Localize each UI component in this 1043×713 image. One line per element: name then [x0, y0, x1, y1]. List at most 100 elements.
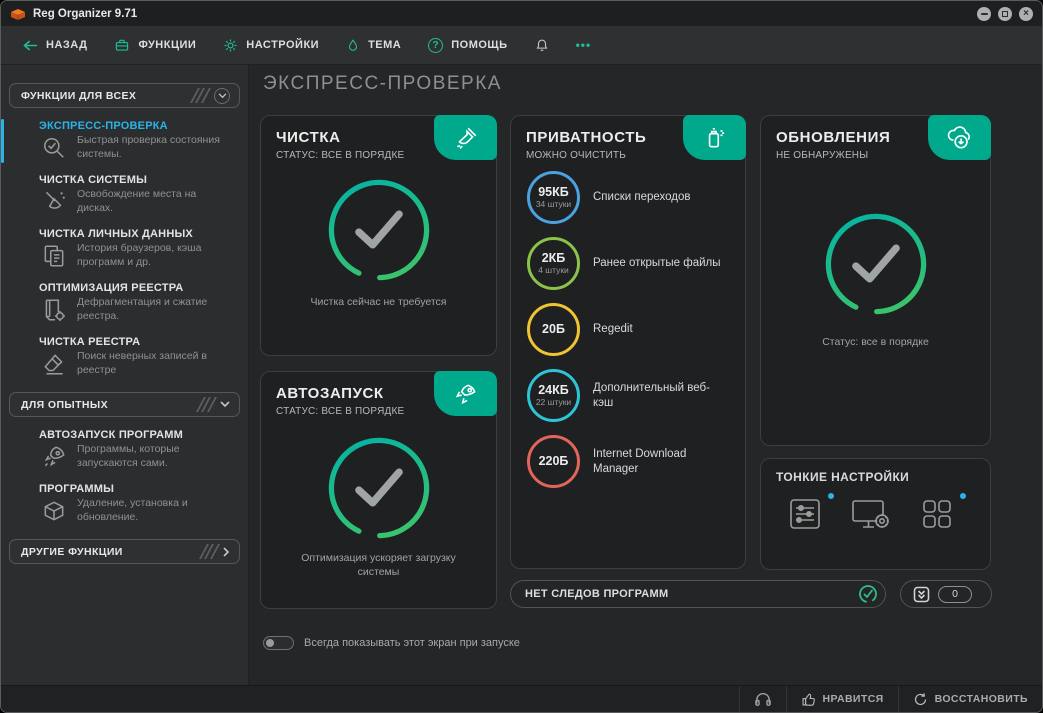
like-label: НРАВИТСЯ — [822, 693, 884, 705]
size-badge: 95КБ 34 штуки — [527, 171, 580, 224]
chevron-down-icon — [214, 87, 230, 104]
maximize-button[interactable] — [998, 6, 1012, 21]
help-icon: ? — [428, 37, 444, 53]
sidebar-group-other-functions[interactable]: ДРУГИЕ ФУНКЦИИ — [9, 539, 240, 564]
size-badge: 2КБ 4 штуки — [527, 237, 580, 290]
sidebar-item-registry-cleanup[interactable]: ЧИСТКА РЕЕСТРА Поиск неверных записей в … — [9, 330, 240, 384]
restore-label: ВОССТАНОВИТЬ — [934, 693, 1028, 705]
program-traces-bar[interactable]: НЕТ СЛЕДОВ ПРОГРАММ — [510, 580, 886, 608]
title-bar: Reg Organizer 9.71 × — [1, 1, 1042, 26]
main-area: ЭКСПРЕСС-ПРОВЕРКА ЧИСТКА СТАТУС: ВСЕ В П… — [249, 65, 1042, 685]
sidebar-group-advanced[interactable]: ДЛЯ ОПЫТНЫХ — [9, 392, 240, 417]
privacy-item-idm[interactable]: 220Б Internet Download Manager — [527, 435, 745, 488]
stripes-decoration — [198, 544, 219, 559]
tweaks-apps-grid-icon[interactable] — [917, 493, 966, 534]
privacy-card[interactable]: ПРИВАТНОСТЬ МОЖНО ОЧИСТИТЬ 95КБ 34 штуки… — [510, 115, 746, 569]
stripes-decoration — [189, 88, 210, 103]
broom-disk-icon — [39, 188, 69, 216]
card-note: Статус: все в порядке — [822, 336, 929, 348]
back-button[interactable]: НАЗАД — [22, 39, 87, 52]
restore-circular-arrow-icon — [913, 692, 928, 707]
traces-label: НЕТ СЛЕДОВ ПРОГРАММ — [525, 588, 669, 600]
sidebar-item-personal-data-cleanup[interactable]: ЧИСТКА ЛИЧНЫХ ДАННЫХ История браузеров, … — [9, 222, 240, 276]
status-ring-ok — [761, 209, 990, 319]
magnifier-check-icon — [39, 134, 69, 162]
rocket-icon — [39, 443, 69, 471]
help-button[interactable]: ? ПОМОЩЬ — [428, 37, 508, 53]
back-label: НАЗАД — [46, 39, 88, 51]
briefcase-icon — [114, 38, 130, 53]
gear-icon — [223, 38, 238, 53]
sidebar-item-autorun-programs[interactable]: АВТОЗАПУСК ПРОГРАММ Программы, которые з… — [9, 423, 240, 477]
privacy-item-jump-lists[interactable]: 95КБ 34 штуки Списки переходов — [527, 171, 745, 224]
fine-tweaks-card[interactable]: ТОНКИЕ НАСТРОЙКИ — [760, 458, 991, 570]
updates-cloud-download-icon — [928, 115, 991, 160]
chevron-down-icon — [220, 401, 230, 408]
privacy-item-recent-files[interactable]: 2КБ 4 штуки Ранее открытые файлы — [527, 237, 745, 290]
deep-scan-counter-box[interactable]: 0 — [900, 580, 992, 608]
group-label: ФУНКЦИИ ДЛЯ ВСЕХ — [21, 89, 137, 102]
registry-gear-icon — [39, 296, 69, 324]
sidebar-item-system-cleanup[interactable]: ЧИСТКА СИСТЕМЫ Освобождение места на дис… — [9, 168, 240, 222]
functions-label: ФУНКЦИИ — [138, 39, 197, 51]
like-button[interactable]: НРАВИТСЯ — [787, 686, 898, 713]
selection-indicator — [1, 119, 4, 163]
group-label: ДРУГИЕ ФУНКЦИИ — [21, 545, 123, 558]
autorun-card[interactable]: АВТОЗАПУСК СТАТУС: ВСЕ В ПОРЯДКЕ Оптимиз… — [260, 371, 497, 609]
size-badge: 220Б — [527, 435, 580, 488]
headphones-icon — [754, 691, 772, 707]
bell-icon[interactable] — [535, 37, 549, 53]
documents-icon — [39, 242, 69, 270]
more-menu-button[interactable]: ••• — [576, 38, 592, 52]
card-title: ТОНКИЕ НАСТРОЙКИ — [776, 470, 910, 484]
updates-card[interactable]: ОБНОВЛЕНИЯ НЕ ОБНАРУЖЕНЫ Статус: все в п… — [760, 115, 991, 446]
privacy-item-regedit[interactable]: 20Б Regedit — [527, 303, 745, 356]
restore-button[interactable]: ВОССТАНОВИТЬ — [899, 686, 1042, 713]
privacy-spray-icon — [683, 115, 746, 160]
close-button[interactable]: × — [1019, 6, 1033, 21]
double-chevron-down-icon — [913, 586, 930, 603]
toolbar: НАЗАД ФУНКЦИИ НАСТРОЙКИ ТЕМА ? ПОМОЩЬ ••… — [1, 26, 1042, 65]
settings-button[interactable]: НАСТРОЙКИ — [223, 38, 319, 53]
sidebar-item-registry-optimization[interactable]: ОПТИМИЗАЦИЯ РЕЕСТРА Дефрагментация и сжа… — [9, 276, 240, 330]
privacy-item-web-cache[interactable]: 24КБ 22 штуки Дополнительный веб-кэш — [527, 369, 745, 422]
page-title: ЭКСПРЕСС-ПРОВЕРКА — [263, 73, 502, 94]
sidebar-group-functions-for-all[interactable]: ФУНКЦИИ ДЛЯ ВСЕХ — [9, 83, 240, 108]
functions-button[interactable]: ФУНКЦИИ — [114, 38, 196, 53]
window-title: Reg Organizer 9.71 — [33, 7, 138, 20]
chevron-right-icon — [223, 546, 230, 557]
card-note: Чистка сейчас не требуется — [310, 296, 447, 308]
paint-drop-icon — [346, 38, 360, 53]
sidebar-item-programs[interactable]: ПРОГРАММЫ Удаление, установка и обновлен… — [9, 477, 240, 531]
toggle-label: Всегда показывать этот экран при запуске — [304, 637, 520, 649]
status-ring-ok — [261, 433, 496, 543]
settings-label: НАСТРОЙКИ — [246, 39, 320, 51]
eraser-icon — [39, 350, 69, 378]
size-badge: 24КБ 22 штуки — [527, 369, 580, 422]
sidebar-item-express-check[interactable]: ЭКСПРЕСС-ПРОВЕРКА Быстрая проверка состо… — [1, 114, 240, 168]
group-label: ДЛЯ ОПЫТНЫХ — [21, 398, 108, 411]
theme-button[interactable]: ТЕМА — [346, 38, 401, 53]
stripes-decoration — [195, 397, 216, 412]
card-note: Оптимизация ускоряет загрузку системы — [301, 552, 456, 579]
thumbs-up-icon — [801, 692, 816, 707]
counter-badge: 0 — [938, 585, 972, 603]
support-button[interactable] — [740, 686, 786, 713]
theme-label: ТЕМА — [368, 39, 402, 51]
cleanup-broom-icon — [434, 115, 497, 160]
tweaks-sliders-icon[interactable] — [785, 493, 834, 534]
autorun-rocket-gear-icon — [434, 371, 497, 416]
app-logo-icon — [10, 6, 26, 21]
help-label: ПОМОЩЬ — [451, 39, 508, 51]
tweaks-system-gear-icon[interactable] — [849, 494, 893, 534]
notification-dot — [828, 493, 834, 499]
package-box-icon — [39, 497, 69, 525]
size-badge: 20Б — [527, 303, 580, 356]
check-circle-icon — [858, 584, 878, 604]
app-window: Reg Organizer 9.71 × НАЗАД ФУНКЦИИ НАСТР… — [0, 0, 1043, 713]
cleanup-card[interactable]: ЧИСТКА СТАТУС: ВСЕ В ПОРЯДКЕ Чистка сейч… — [260, 115, 497, 356]
minimize-button[interactable] — [977, 6, 991, 21]
show-on-startup-toggle[interactable] — [263, 636, 294, 650]
back-arrow-icon — [22, 39, 38, 52]
startup-toggle-row: Всегда показывать этот экран при запуске — [263, 636, 520, 650]
